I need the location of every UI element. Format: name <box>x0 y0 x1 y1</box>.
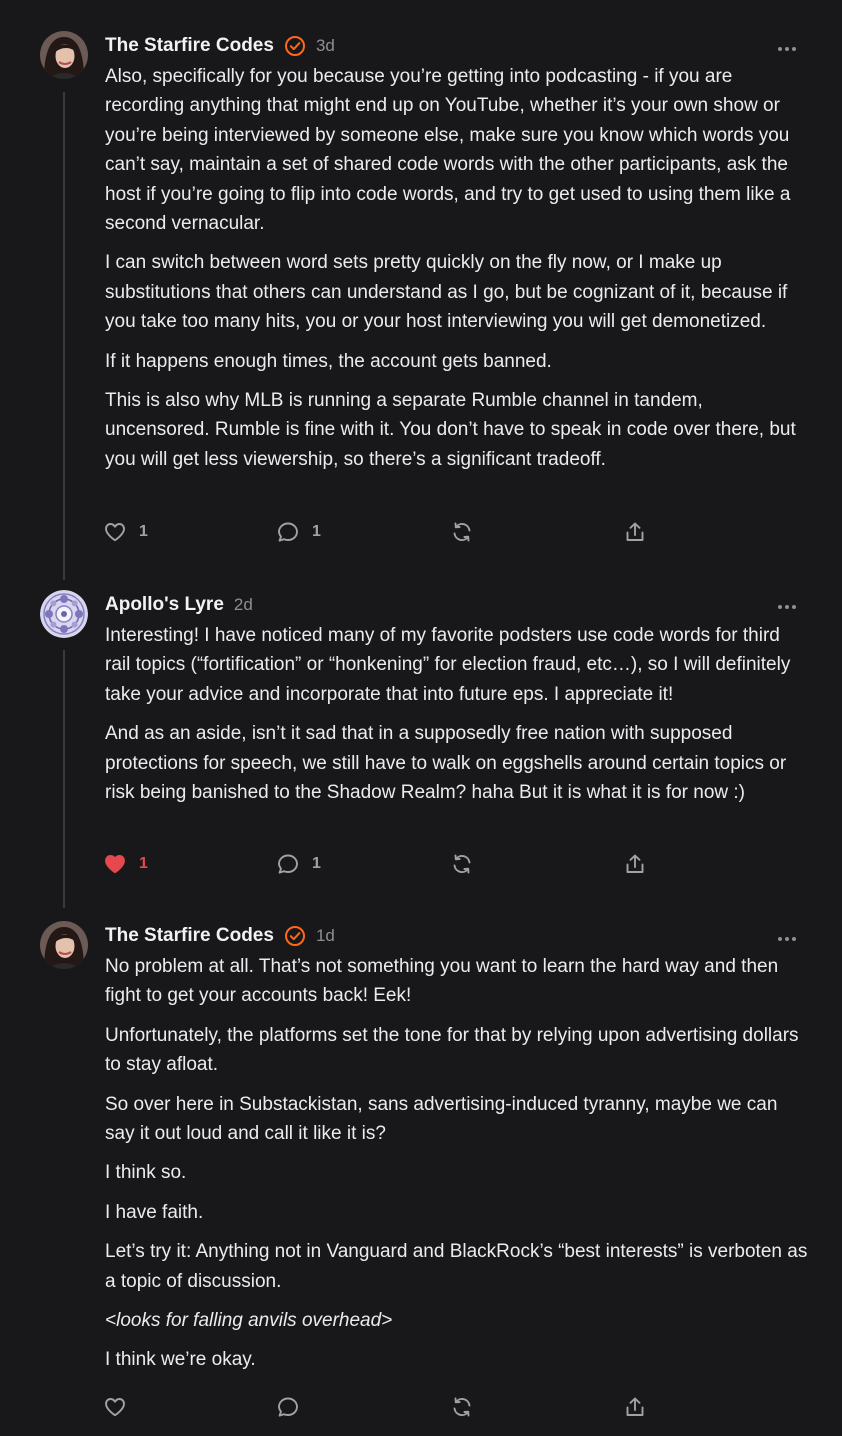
like-button[interactable]: 1 <box>103 851 148 877</box>
comment-paragraph: And as an aside, isn’t it sad that in a … <box>105 723 787 804</box>
share-upload-icon <box>626 522 644 541</box>
comment-paragraph: <looks for falling anvils overhead> <box>105 1310 393 1332</box>
more-horizontal-icon[interactable] <box>776 41 798 51</box>
speech-bubble-icon <box>278 1397 298 1417</box>
comment-paragraph: Let’s try it: Anything not in Vanguard a… <box>105 1241 808 1292</box>
timestamp[interactable]: 3d <box>316 36 335 56</box>
share-button[interactable] <box>623 519 647 545</box>
author-name[interactable]: Apollo's Lyre <box>105 594 224 616</box>
restack-button[interactable] <box>450 851 474 877</box>
verified-check-icon <box>284 925 306 947</box>
comment-actions <box>103 1394 663 1420</box>
comment-body: No problem at all. That’s not something … <box>105 952 810 1385</box>
heart-icon <box>105 1398 125 1417</box>
share-upload-icon <box>626 854 644 873</box>
avatar[interactable] <box>40 921 88 969</box>
like-count: 1 <box>139 855 148 872</box>
heart-icon <box>105 523 125 542</box>
comment-header: The Starfire Codes 1d <box>105 924 335 948</box>
comment-paragraph: Also, specifically for you because you’r… <box>105 66 791 235</box>
share-button[interactable] <box>623 1394 647 1420</box>
author-name[interactable]: The Starfire Codes <box>105 925 274 947</box>
avatar[interactable] <box>40 590 88 638</box>
comment-paragraph: I can switch between word sets pretty qu… <box>105 252 788 333</box>
comment-actions: 1 1 <box>103 519 663 545</box>
timestamp[interactable]: 2d <box>234 595 253 615</box>
comment-body: Interesting! I have noticed many of my f… <box>105 621 810 817</box>
comment-header: The Starfire Codes 3d <box>105 34 335 58</box>
thread-line <box>63 650 65 908</box>
more-horizontal-icon[interactable] <box>776 599 798 609</box>
like-count: 1 <box>139 523 148 540</box>
restack-arrows-icon <box>453 854 471 874</box>
speech-bubble-icon <box>278 854 298 874</box>
more-horizontal-icon[interactable] <box>776 931 798 941</box>
like-button[interactable] <box>103 1394 139 1420</box>
comment-paragraph: This is also why MLB is running a separa… <box>105 390 796 470</box>
comment-header: Apollo's Lyre 2d <box>105 593 253 617</box>
restack-arrows-icon <box>453 522 471 542</box>
reply-count: 1 <box>312 523 321 540</box>
comment-paragraph: No problem at all. That’s not something … <box>105 956 779 1007</box>
comment-actions: 1 1 <box>103 851 663 877</box>
speech-bubble-icon <box>278 522 298 542</box>
comment-paragraph: I think so. <box>105 1162 187 1184</box>
comment-body: Also, specifically for you because you’r… <box>105 62 810 484</box>
share-upload-icon <box>626 1397 644 1416</box>
comment-paragraph: Unfortunately, the platforms set the ton… <box>105 1024 799 1076</box>
comment-paragraph: So over here in Substackistan, sans adve… <box>105 1093 778 1145</box>
reply-button[interactable]: 1 <box>276 851 321 877</box>
restack-button[interactable] <box>450 519 474 545</box>
heart-icon <box>105 855 125 874</box>
reply-button[interactable] <box>276 1394 312 1420</box>
restack-button[interactable] <box>450 1394 474 1420</box>
thread-line <box>63 92 65 580</box>
like-button[interactable]: 1 <box>103 519 148 545</box>
reply-button[interactable]: 1 <box>276 519 321 545</box>
comment-paragraph: I have faith. <box>105 1201 204 1223</box>
timestamp[interactable]: 1d <box>316 926 335 946</box>
comment-paragraph: Interesting! I have noticed many of my f… <box>105 625 791 705</box>
share-button[interactable] <box>623 851 647 877</box>
comment-paragraph: I think we’re okay. <box>105 1349 256 1371</box>
author-name[interactable]: The Starfire Codes <box>105 35 274 57</box>
restack-arrows-icon <box>453 1397 471 1417</box>
comment-paragraph: If it happens enough times, the account … <box>105 350 552 372</box>
verified-check-icon <box>284 35 306 57</box>
avatar[interactable] <box>40 31 88 79</box>
reply-count: 1 <box>312 855 321 872</box>
